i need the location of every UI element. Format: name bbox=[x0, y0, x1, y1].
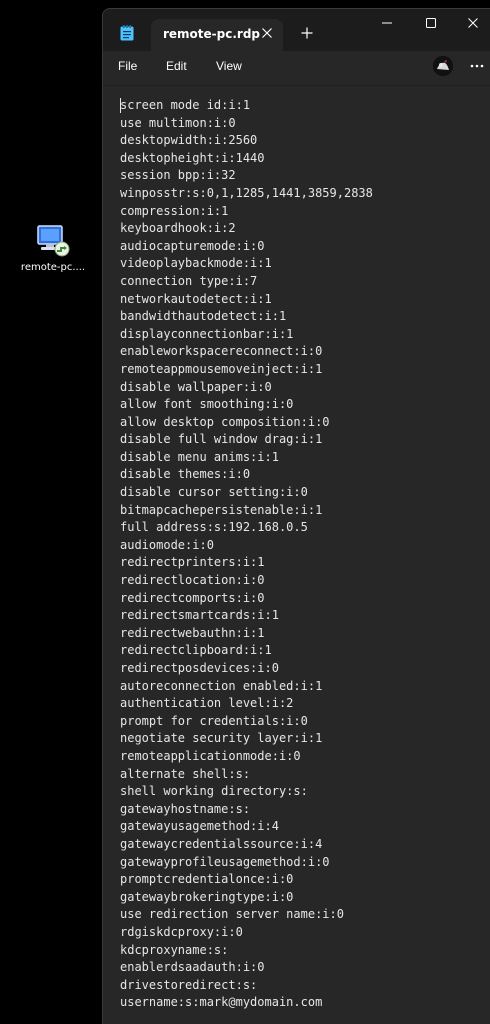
text-line: redirectprinters:i:1 bbox=[120, 555, 265, 570]
text-line: gatewaycredentialssource:i:4 bbox=[120, 836, 323, 851]
text-line: promptcredentialonce:i:0 bbox=[120, 872, 294, 887]
document-text: screen mode id:i:1 use multimon:i:0 deskto… bbox=[120, 97, 373, 1012]
text-line: prompt for credentials:i:0 bbox=[120, 713, 308, 728]
desktop-shortcut-label: remote-pc.... bbox=[20, 262, 86, 273]
text-line: audiocapturemode:i:0 bbox=[120, 238, 265, 253]
text-line: redirectsmartcards:i:1 bbox=[120, 608, 279, 623]
text-line: disable cursor setting:i:0 bbox=[120, 485, 308, 500]
close-icon bbox=[468, 18, 478, 28]
text-line: bitmapcachepersistenable:i:1 bbox=[120, 502, 323, 517]
text-line: kdcproxyname:s: bbox=[120, 942, 229, 957]
menu-bar: File Edit View bbox=[103, 51, 490, 86]
text-line: shell working directory:s: bbox=[120, 784, 308, 799]
text-line: gatewaybrokeringtype:i:0 bbox=[120, 889, 294, 904]
account-avatar-icon bbox=[433, 56, 453, 76]
rdp-file-icon bbox=[37, 225, 70, 257]
text-line: use multimon:i:0 bbox=[120, 115, 236, 130]
text-line: enableworkspacereconnect:i:0 bbox=[120, 344, 323, 359]
text-line: remoteapplicationmode:i:0 bbox=[120, 748, 301, 763]
minimize-icon bbox=[382, 22, 392, 24]
text-line: username:s:mark@mydomain.com bbox=[120, 995, 323, 1010]
text-line: disable menu anims:i:1 bbox=[120, 449, 279, 464]
text-line: bandwidthautodetect:i:1 bbox=[120, 309, 287, 324]
text-line: desktopheight:i:1440 bbox=[120, 150, 265, 165]
maximize-button[interactable] bbox=[409, 9, 453, 39]
text-line: redirectclipboard:i:1 bbox=[120, 643, 272, 658]
text-line: keyboardhook:i:2 bbox=[120, 221, 236, 236]
desktop: remote-pc.... remote-pc.rdp File Edit Vi… bbox=[0, 0, 490, 1024]
text-line: alternate shell:s: bbox=[120, 766, 251, 781]
text-line: disable wallpaper:i:0 bbox=[120, 379, 272, 394]
text-line: disable themes:i:0 bbox=[120, 467, 251, 482]
close-window-button[interactable] bbox=[451, 9, 490, 39]
text-line: remoteappmousemoveinject:i:1 bbox=[120, 361, 323, 376]
title-bar[interactable]: remote-pc.rdp bbox=[103, 9, 490, 51]
text-line: displayconnectionbar:i:1 bbox=[120, 326, 294, 341]
tab-title: remote-pc.rdp bbox=[163, 27, 261, 41]
text-line: gatewayhostname:s: bbox=[120, 801, 251, 816]
text-line: compression:i:1 bbox=[120, 203, 229, 218]
text-line: disable full window drag:i:1 bbox=[120, 432, 323, 447]
text-line: redirectwebauthn:i:1 bbox=[120, 625, 265, 640]
notepad-icon bbox=[120, 25, 134, 41]
text-line: redirectposdevices:i:0 bbox=[120, 661, 279, 675]
text-line: enablerdsaadauth:i:0 bbox=[120, 960, 265, 975]
text-line: audiomode:i:0 bbox=[120, 537, 214, 552]
text-line: negotiate security layer:i:1 bbox=[120, 731, 323, 746]
close-icon[interactable] bbox=[261, 27, 273, 39]
text-line: gatewayusagemethod:i:4 bbox=[120, 819, 279, 834]
menu-view[interactable]: View bbox=[216, 59, 242, 73]
text-line: videoplaybackmode:i:1 bbox=[120, 256, 272, 271]
more-icon[interactable] bbox=[470, 64, 484, 68]
text-line: redirectlocation:i:0 bbox=[120, 573, 265, 588]
text-line: use redirection server name:i:0 bbox=[120, 907, 344, 922]
tab-remote-pc[interactable]: remote-pc.rdp bbox=[151, 19, 283, 51]
text-line: full address:s:192.168.0.5 bbox=[120, 520, 308, 535]
maximize-icon bbox=[426, 18, 436, 28]
text-line: winposstr:s:0,1,1285,1441,3859,2838 bbox=[120, 185, 373, 200]
text-line: connection type:i:7 bbox=[120, 273, 258, 288]
avatar[interactable] bbox=[433, 56, 453, 76]
text-line: allow desktop composition:i:0 bbox=[120, 414, 330, 429]
menu-edit[interactable]: Edit bbox=[166, 59, 187, 73]
desktop-shortcut-remote-pc[interactable]: remote-pc.... bbox=[14, 224, 92, 273]
text-line: autoreconnection enabled:i:1 bbox=[120, 678, 323, 693]
text-line: desktopwidth:i:2560 bbox=[120, 133, 258, 148]
text-line: redirectcomports:i:0 bbox=[120, 590, 265, 605]
plus-icon[interactable] bbox=[301, 27, 313, 39]
text-line: authentication level:i:2 bbox=[120, 696, 294, 711]
text-line: session bpp:i:32 bbox=[120, 168, 236, 183]
text-editor[interactable]: screen mode id:i:1 use multimon:i:0 deskto… bbox=[103, 86, 490, 1024]
menu-file[interactable]: File bbox=[118, 59, 137, 73]
text-line: gatewayprofileusagemethod:i:0 bbox=[120, 854, 330, 869]
notepad-window: remote-pc.rdp File Edit View screen mode… bbox=[102, 8, 490, 1024]
text-line: screen mode id:i:1 bbox=[120, 98, 251, 112]
text-line: drivestoredirect:s: bbox=[120, 977, 258, 992]
minimize-button[interactable] bbox=[365, 9, 409, 39]
text-line: networkautodetect:i:1 bbox=[120, 291, 272, 306]
text-line: allow font smoothing:i:0 bbox=[120, 397, 294, 412]
text-line: rdgiskdcproxy:i:0 bbox=[120, 924, 243, 939]
